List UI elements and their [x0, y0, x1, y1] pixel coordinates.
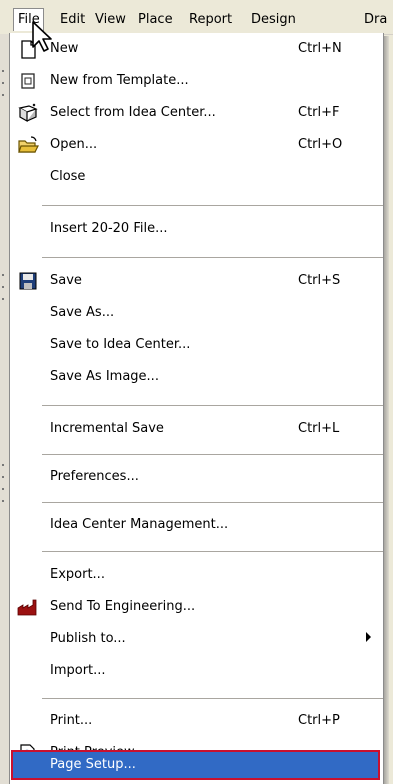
file-menu-dropdown: New Ctrl+N New from Template... Select f… [9, 33, 384, 784]
menu-item-label: Export... [50, 567, 105, 582]
menu-item-export[interactable]: Export... [10, 559, 383, 591]
save-disk-icon [19, 272, 37, 290]
menu-item-send-to-engineering[interactable]: Send To Engineering... [10, 591, 383, 623]
menu-item-page-setup[interactable]: Page Setup... [11, 750, 380, 780]
mouse-pointer-icon [32, 21, 52, 52]
menu-item-label: Idea Center Management... [50, 517, 229, 532]
submenu-arrow-icon [366, 632, 371, 642]
menu-shadow [384, 36, 389, 784]
shortcut-label: Ctrl+S [298, 273, 341, 288]
window-edge [0, 34, 9, 784]
open-folder-icon [18, 136, 39, 153]
menu-item-label: Save to Idea Center... [50, 337, 191, 352]
shortcut-label: Ctrl+L [298, 421, 340, 436]
menu-item-incremental-save[interactable]: Incremental Save Ctrl+L [10, 413, 383, 445]
menu-item-save-as[interactable]: Save As... [10, 297, 383, 329]
menu-item-insert-2020-file[interactable]: Insert 20-20 File... [10, 213, 383, 245]
menu-item-label: New from Template... [50, 73, 189, 88]
menu-report[interactable]: Report [189, 10, 232, 30]
menu-item-label: Page Setup... [50, 757, 136, 772]
menu-item-label: Select from Idea Center... [50, 105, 216, 120]
menu-item-label: Import... [50, 663, 106, 678]
template-icon [21, 73, 35, 89]
menu-separator [42, 454, 383, 456]
menu-item-label: Publish to... [50, 631, 126, 646]
menu-separator [42, 405, 383, 407]
menu-item-import[interactable]: Import... [10, 655, 383, 687]
menu-item-open[interactable]: Open... Ctrl+O [10, 129, 383, 161]
menu-item-label: Save As Image... [50, 369, 159, 384]
menu-separator [42, 502, 383, 504]
shortcut-label: Ctrl+F [298, 105, 340, 120]
menu-item-label: Preferences... [50, 469, 139, 484]
menu-item-idea-center-management[interactable]: Idea Center Management... [10, 509, 383, 541]
shortcut-label: Ctrl+P [298, 713, 340, 728]
factory-icon [17, 599, 37, 616]
menu-view[interactable]: View [95, 10, 126, 30]
menu-item-label: Send To Engineering... [50, 599, 196, 614]
menu-separator [42, 551, 383, 553]
menu-design[interactable]: Design [251, 10, 296, 30]
menu-item-label: Incremental Save [50, 421, 164, 436]
menu-item-save[interactable]: Save Ctrl+S [10, 265, 383, 297]
shortcut-label: Ctrl+N [298, 41, 342, 56]
idea-center-icon [18, 103, 38, 123]
menu-item-label: Print... [50, 713, 93, 728]
menu-separator [42, 257, 383, 259]
menu-item-label: Open... [50, 137, 98, 152]
menu-item-select-from-idea-center[interactable]: Select from Idea Center... Ctrl+F [10, 97, 383, 129]
menu-item-new[interactable]: New Ctrl+N [10, 33, 383, 65]
menu-item-label: Close [50, 169, 86, 184]
menu-place[interactable]: Place [138, 10, 173, 30]
menu-item-publish-to[interactable]: Publish to... [10, 623, 383, 655]
menu-item-preferences[interactable]: Preferences... [10, 461, 383, 493]
menu-item-label: Save [50, 273, 82, 288]
menu-item-save-to-idea-center[interactable]: Save to Idea Center... [10, 329, 383, 361]
menu-separator [42, 698, 383, 700]
menu-item-label: Insert 20-20 File... [50, 221, 168, 236]
menu-item-new-from-template[interactable]: New from Template... [10, 65, 383, 97]
menu-separator [42, 205, 383, 207]
menu-item-label: Save As... [50, 305, 115, 320]
menu-item-print[interactable]: Print... Ctrl+P [10, 705, 383, 737]
menu-draw[interactable]: Dra [364, 10, 387, 30]
shortcut-label: Ctrl+O [298, 137, 343, 152]
menu-edit[interactable]: Edit [60, 10, 85, 30]
menu-item-close[interactable]: Close [10, 161, 383, 193]
menu-item-save-as-image[interactable]: Save As Image... [10, 361, 383, 393]
